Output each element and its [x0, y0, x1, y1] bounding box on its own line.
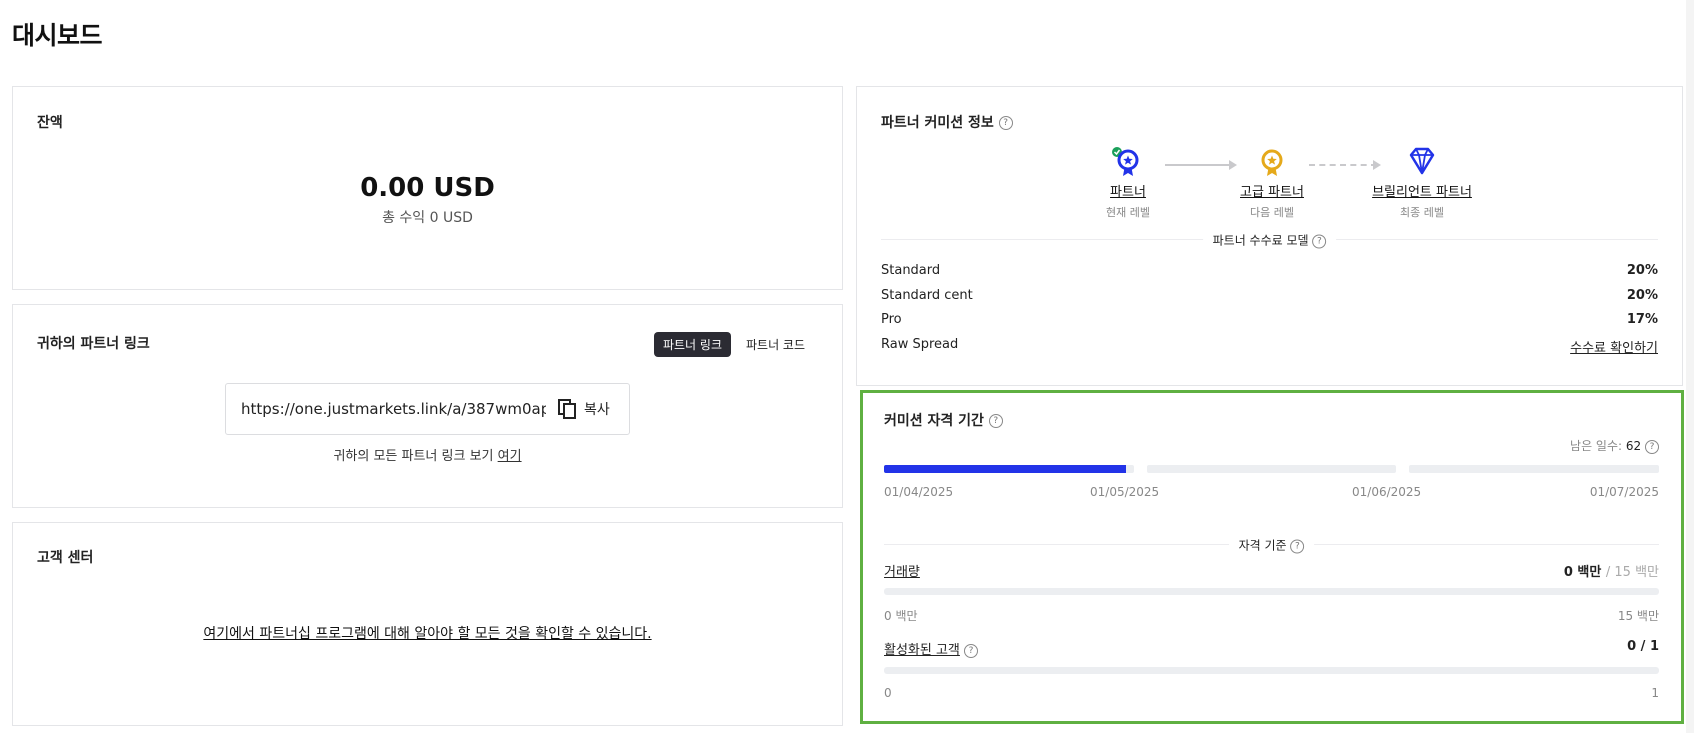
partner-link-card: 귀하의 파트너 링크 파트너 링크 파트너 코드 https://one.jus…	[12, 304, 843, 508]
criterion-current: 0 / 1	[1627, 639, 1659, 654]
model-name: Standard	[881, 263, 941, 278]
partner-link-url[interactable]: https://one.justmarkets.link/a/387wm0api…	[241, 400, 546, 418]
qualification-help-icon[interactable]: ?	[988, 414, 1003, 428]
remaining-value: 62	[1625, 439, 1642, 453]
link-type-tabs: 파트너 링크 파트너 코드	[653, 332, 814, 357]
tab-partner-link[interactable]: 파트너 링크	[653, 332, 731, 357]
copy-icon	[558, 399, 576, 419]
commission-title: 파트너 커미션 정보 ?	[881, 112, 1013, 132]
criterion-name[interactable]: 거래량	[884, 561, 920, 580]
level-name-advanced[interactable]: 고급 파트너	[1207, 181, 1337, 200]
criteria-help-icon[interactable]: ?	[1290, 539, 1305, 553]
model-row: Pro 17%	[881, 312, 1658, 332]
level-status-final: 최종 레벨	[1400, 206, 1444, 219]
period-progress-bar	[884, 465, 1660, 473]
date-label: 01/04/2025	[884, 485, 954, 499]
partner-link-field[interactable]: https://one.justmarkets.link/a/387wm0api…	[225, 383, 630, 435]
model-value: 20%	[1626, 288, 1658, 303]
all-links-label: 귀하의 모든 파트너 링크 보기	[333, 449, 494, 464]
model-name: Raw Spread	[881, 337, 959, 352]
copy-button[interactable]: 복사	[558, 399, 610, 419]
criterion-name[interactable]: 활성화된 고객	[884, 643, 960, 658]
level-advanced: 고급 파트너 다음 레벨	[1207, 147, 1337, 220]
active-clients-help-icon[interactable]: ?	[964, 643, 979, 658]
date-label: 01/05/2025	[1090, 485, 1160, 499]
criteria-title: 자격 기준 ?	[1228, 536, 1315, 554]
model-value: 17%	[1626, 312, 1658, 327]
range-min: 0	[884, 686, 892, 700]
tab-partner-code[interactable]: 파트너 코드	[737, 332, 814, 357]
balance-card: 잔액 0.00 USD 총 수익 0 USD	[12, 86, 843, 290]
model-title: 파트너 수수료 모델 ?	[1202, 231, 1337, 249]
model-name: Standard cent	[881, 288, 973, 303]
level-status-next: 다음 레벨	[1250, 206, 1294, 219]
date-label: 01/06/2025	[1352, 485, 1422, 499]
range-min: 0 백만	[884, 609, 918, 623]
active-clients-progress-bar	[884, 667, 1659, 674]
model-help-icon[interactable]: ?	[1312, 234, 1327, 248]
help-icon[interactable]: ?	[998, 116, 1013, 130]
period-segment-3	[1409, 465, 1660, 473]
level-brilliant: 브릴리언트 파트너 최종 레벨	[1337, 147, 1507, 220]
scrollbar[interactable]	[1686, 0, 1694, 733]
all-links-text: 귀하의 모든 파트너 링크 보기 여기	[13, 445, 842, 464]
period-segment-1	[884, 465, 1134, 473]
medal-gold-icon	[1261, 149, 1283, 176]
criterion-current: 0 백만	[1563, 565, 1602, 580]
partnership-info-link[interactable]: 여기에서 파트너십 프로그램에 대해 알아야 할 모든 것을 확인할 수 있습니…	[203, 626, 651, 642]
range-max: 1	[1651, 686, 1659, 700]
model-name: Pro	[881, 312, 902, 327]
page-title: 대시보드	[12, 21, 103, 50]
level-name-partner[interactable]: 파트너	[1063, 181, 1193, 200]
balance-title: 잔액	[37, 115, 63, 131]
criterion-target: / 15 백만	[1605, 565, 1659, 580]
partner-link-title: 귀하의 파트너 링크	[37, 336, 150, 352]
help-center-card: 고객 센터 여기에서 파트너십 프로그램에 대해 알아야 할 모든 것을 확인할…	[12, 522, 843, 726]
remaining-label: 남은 일수:	[1570, 439, 1623, 453]
date-label: 01/07/2025	[1589, 485, 1659, 499]
check-fees-link[interactable]: 수수료 확인하기	[1570, 337, 1658, 357]
total-earnings: 총 수익 0 USD	[382, 210, 473, 226]
remaining-help-icon[interactable]: ?	[1645, 439, 1659, 454]
qualification-card: 커미션 자격 기간 ? 남은 일수: 62 ? 01/04/2025 01/05…	[860, 390, 1684, 724]
level-status-current: 현재 레벨	[1106, 206, 1150, 219]
period-segment-2	[1146, 465, 1397, 473]
remaining-days: 남은 일수: 62 ?	[1570, 437, 1659, 454]
criterion-value: 0 백만 / 15 백만	[1564, 561, 1659, 580]
level-partner: 파트너 현재 레벨	[1063, 147, 1193, 220]
model-value: 20%	[1626, 263, 1658, 278]
criteria-divider: 자격 기준 ?	[884, 536, 1659, 554]
criteria-title-text: 자격 기준	[1238, 538, 1287, 553]
all-links-link[interactable]: 여기	[498, 449, 522, 464]
volume-progress-bar	[884, 588, 1659, 595]
period-fill	[884, 465, 1127, 473]
level-name-brilliant[interactable]: 브릴리언트 파트너	[1337, 181, 1507, 200]
criterion-name-wrap: 활성화된 고객 ?	[884, 639, 979, 658]
balance-amount: 0.00 USD	[360, 173, 495, 203]
volume-range: 0 백만 15 백만	[884, 607, 1659, 624]
help-center-title: 고객 센터	[37, 550, 94, 566]
model-divider: 파트너 수수료 모델 ?	[881, 231, 1658, 249]
criterion-volume: 거래량 0 백만 / 15 백만	[884, 561, 1659, 580]
model-title-text: 파트너 수수료 모델	[1212, 233, 1309, 248]
commission-card: 파트너 커미션 정보 ? 파트너 현재 레벨 고급 파트너 다음 레벨 브릴리언…	[856, 86, 1683, 386]
model-row: Raw Spread 수수료 확인하기	[881, 337, 1658, 357]
copy-label: 복사	[584, 402, 610, 418]
medal-blue-icon	[1112, 147, 1139, 176]
qualification-title: 커미션 자격 기간 ?	[884, 410, 1003, 430]
model-row: Standard cent 20%	[881, 288, 1658, 308]
active-clients-range: 0 1	[884, 686, 1659, 700]
commission-title-text: 파트너 커미션 정보	[881, 115, 994, 131]
qualification-title-text: 커미션 자격 기간	[884, 413, 984, 429]
range-max: 15 백만	[1617, 609, 1659, 623]
model-row: Standard 20%	[881, 263, 1658, 283]
diamond-icon	[1409, 147, 1435, 175]
criterion-active-clients: 활성화된 고객 ? 0 / 1	[884, 639, 1659, 658]
